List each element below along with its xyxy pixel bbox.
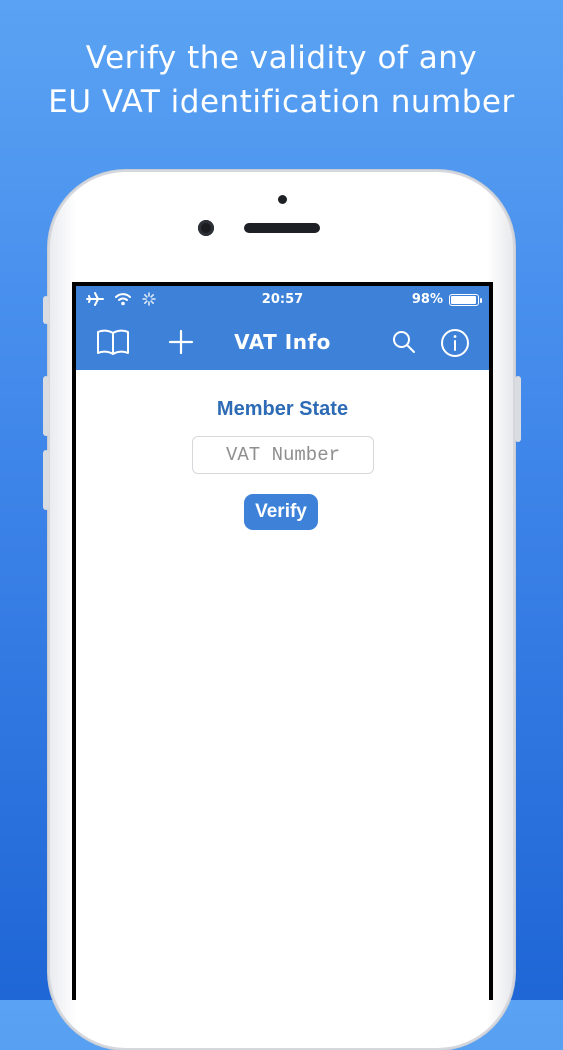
proximity-sensor <box>278 195 287 204</box>
promo-headline: Verify the validity of any EU VAT identi… <box>0 36 563 124</box>
vat-number-input[interactable] <box>192 436 374 474</box>
front-camera <box>198 220 214 236</box>
battery-fill <box>451 295 477 304</box>
volume-down-button <box>43 450 49 510</box>
volume-up-button <box>43 376 49 436</box>
navigation-bar: 20:57 98% VAT Info <box>76 286 489 370</box>
status-right: 98% <box>411 292 482 307</box>
status-bar: 20:57 98% <box>76 286 489 314</box>
promo-line-1: Verify the validity of any <box>85 40 478 76</box>
app-screen: 20:57 98% VAT Info Member State VAT Numb… <box>76 286 489 1000</box>
power-button <box>515 376 521 442</box>
verify-button[interactable]: Verify <box>244 494 318 530</box>
member-state-selector[interactable]: Member State <box>76 398 489 421</box>
earpiece-speaker <box>244 223 320 233</box>
app-toolbar: VAT Info <box>76 314 489 370</box>
app-title: VAT Info <box>234 330 331 354</box>
battery-icon <box>449 293 482 306</box>
search-icon[interactable] <box>392 330 416 359</box>
phone-screen: 20:57 98% VAT Info Member State VAT Numb… <box>72 282 493 1000</box>
battery-percentage: 98% <box>411 292 443 307</box>
mute-switch <box>43 296 49 324</box>
promo-line-2: EU VAT identification number <box>48 84 515 120</box>
info-icon[interactable] <box>440 328 470 363</box>
